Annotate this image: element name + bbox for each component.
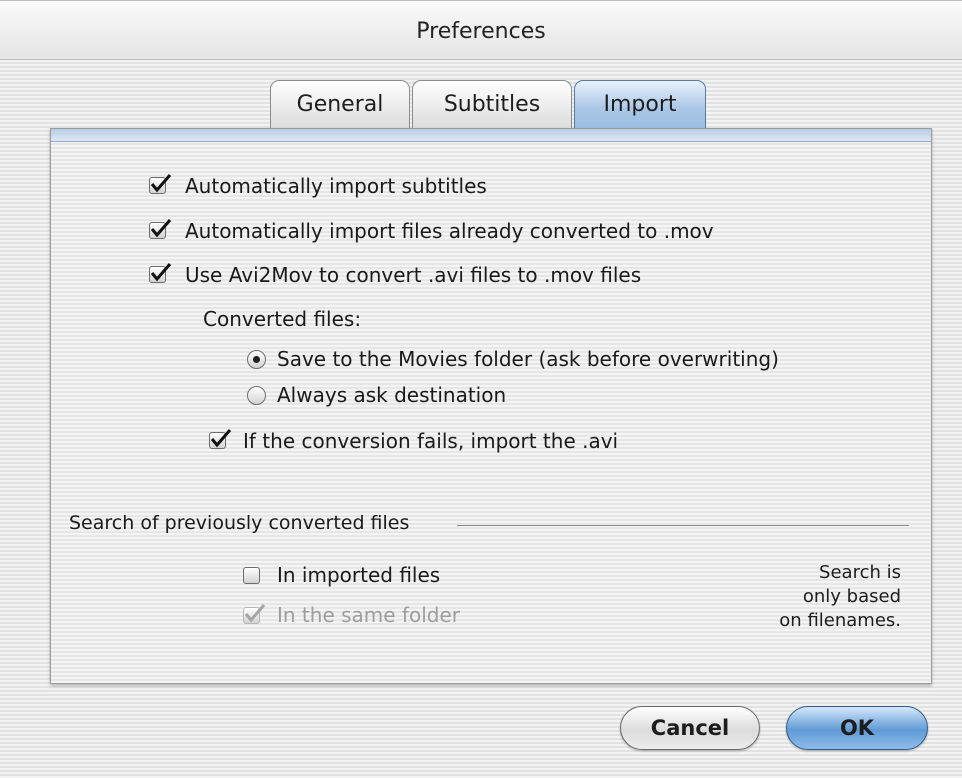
auto-import-subtitles-checkbox[interactable] [149, 174, 172, 194]
save-to-movies-label: Save to the Movies folder (ask before ov… [277, 347, 779, 371]
tab-general[interactable]: General [270, 80, 410, 128]
auto-import-mov-label: Automatically import files already conve… [185, 219, 714, 243]
auto-import-mov-checkbox[interactable] [149, 219, 172, 239]
in-same-folder-label: In the same folder [277, 603, 460, 627]
save-to-movies-radio[interactable] [247, 350, 266, 369]
converted-files-heading: Converted files: [203, 307, 362, 331]
use-avi2mov-checkbox[interactable] [149, 263, 172, 283]
search-note: Search is only based on filenames. [779, 561, 901, 633]
auto-import-subtitles-label: Automatically import subtitles [185, 174, 487, 198]
use-avi2mov-label: Use Avi2Mov to convert .avi files to .mo… [185, 263, 642, 287]
search-group-heading: Search of previously converted files [69, 512, 410, 534]
search-note-line-2: only based [802, 586, 901, 607]
in-imported-files-label: In imported files [277, 563, 441, 587]
in-same-folder-checkbox[interactable] [243, 604, 266, 624]
in-imported-files-checkbox[interactable] [243, 567, 260, 584]
radio-selected-dot [253, 356, 260, 363]
ok-button[interactable]: OK [786, 706, 928, 750]
search-note-line-3: on filenames. [779, 610, 901, 631]
cancel-button[interactable]: Cancel [620, 706, 760, 750]
title-bar: Preferences [0, 0, 962, 60]
tab-import[interactable]: Import [574, 80, 706, 128]
import-panel: Automatically import subtitles Automatic… [50, 128, 932, 684]
conversion-fallback-label: If the conversion fails, import the .avi [243, 429, 619, 453]
conversion-fallback-checkbox[interactable] [209, 429, 232, 449]
search-note-line-1: Search is [819, 562, 901, 583]
search-group-divider [457, 525, 909, 526]
always-ask-label: Always ask destination [277, 383, 507, 407]
always-ask-radio[interactable] [247, 386, 266, 405]
window-title: Preferences [416, 19, 546, 44]
tab-subtitles[interactable]: Subtitles [412, 80, 572, 128]
panel-top-edge [51, 129, 931, 142]
